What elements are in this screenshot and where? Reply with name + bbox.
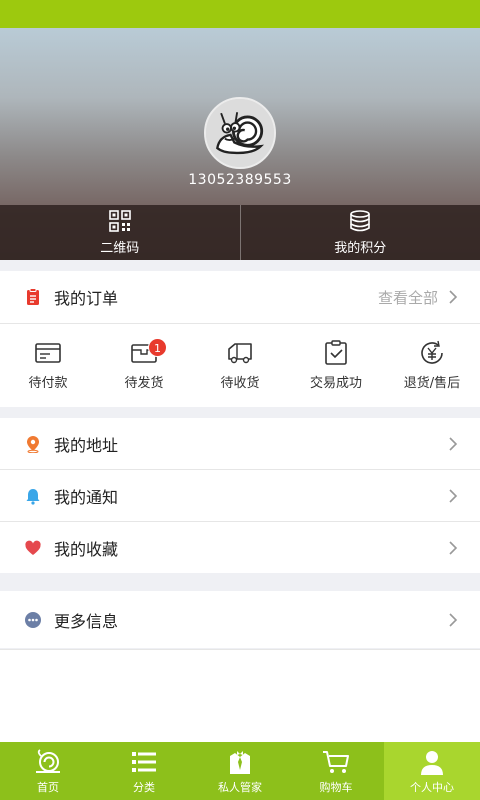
chevron-right-icon bbox=[448, 612, 458, 628]
menu-item-label: 我的地址 bbox=[54, 435, 119, 455]
truck-icon bbox=[228, 342, 252, 363]
heart-icon bbox=[24, 539, 42, 557]
status-bar bbox=[0, 0, 480, 28]
more-dots-icon bbox=[24, 611, 42, 629]
snail-avatar bbox=[206, 99, 274, 167]
tab-label: 分类 bbox=[133, 780, 155, 794]
tab-category[interactable]: 分类 bbox=[96, 742, 192, 800]
orders-card: 我的订单 查看全部 待付款 待发货 1 待收货 交易成功 退货/售后 bbox=[0, 271, 480, 407]
order-state-label: 退货/售后 bbox=[403, 375, 461, 391]
chevron-right-icon bbox=[448, 436, 458, 452]
points-button[interactable]: 我的积分 bbox=[239, 205, 480, 260]
tab-label: 个人中心 bbox=[410, 780, 454, 794]
bell-icon bbox=[24, 487, 42, 505]
qrcode-label: 二维码 bbox=[100, 241, 140, 256]
profile-header: 13052389553 二维码 我的积分 bbox=[0, 28, 480, 260]
menu-item-label: 我的收藏 bbox=[54, 539, 119, 559]
order-state-refund[interactable]: 退货/售后 bbox=[384, 324, 480, 406]
tab-label: 首页 bbox=[37, 780, 59, 794]
user-icon bbox=[421, 750, 443, 775]
tab-home[interactable]: 首页 bbox=[0, 742, 96, 800]
tab-label: 私人管家 bbox=[218, 780, 262, 794]
order-state-label: 待发货 bbox=[124, 375, 164, 391]
view-all-orders-link[interactable]: 查看全部 bbox=[378, 287, 438, 308]
quick-action-bar: 二维码 我的积分 bbox=[0, 205, 480, 260]
menu-item-label: 我的通知 bbox=[54, 487, 119, 507]
user-phone: 13052389553 bbox=[188, 172, 292, 188]
order-state-label: 待收货 bbox=[220, 375, 260, 391]
tab-label: 购物车 bbox=[319, 780, 353, 794]
points-stack-icon bbox=[350, 210, 371, 232]
wallet-icon bbox=[35, 342, 61, 363]
bottom-tab-bar: 首页 分类 私人管家 购物车 个人中心 bbox=[0, 742, 480, 800]
chevron-right-icon bbox=[448, 488, 458, 504]
yen-refund-icon bbox=[421, 340, 443, 364]
list-icon bbox=[132, 751, 156, 772]
butler-icon bbox=[230, 750, 250, 774]
clipboard-check-icon bbox=[325, 339, 347, 365]
tab-profile[interactable]: 个人中心 bbox=[384, 742, 480, 800]
unread-count-badge: 1 bbox=[148, 338, 167, 357]
order-state-pending-payment[interactable]: 待付款 bbox=[0, 324, 96, 406]
menu-item-favorites[interactable]: 我的收藏 bbox=[0, 522, 480, 573]
my-orders-row[interactable]: 我的订单 查看全部 bbox=[0, 271, 480, 323]
chevron-right-icon bbox=[448, 540, 458, 556]
menu-item-address[interactable]: 我的地址 bbox=[0, 418, 480, 469]
order-status-row: 待付款 待发货 1 待收货 交易成功 退货/售后 bbox=[0, 323, 480, 406]
order-state-label: 交易成功 bbox=[309, 375, 362, 391]
order-state-completed[interactable]: 交易成功 bbox=[288, 324, 384, 406]
location-pin-icon bbox=[24, 435, 42, 453]
menu-list: 我的地址 我的通知 我的收藏 bbox=[0, 418, 480, 573]
tab-butler[interactable]: 私人管家 bbox=[192, 742, 288, 800]
content-blank-area bbox=[0, 649, 480, 742]
avatar[interactable] bbox=[204, 97, 276, 169]
more-info-card: 更多信息 bbox=[0, 591, 480, 648]
cart-icon bbox=[323, 750, 349, 773]
order-state-pending-receipt[interactable]: 待收货 bbox=[192, 324, 288, 406]
snail-home-icon bbox=[36, 748, 60, 773]
order-list-icon bbox=[24, 288, 42, 306]
qrcode-icon bbox=[108, 210, 131, 232]
order-state-pending-shipment[interactable]: 待发货 1 bbox=[96, 324, 192, 406]
order-state-label: 待付款 bbox=[28, 375, 68, 391]
menu-item-label: 更多信息 bbox=[54, 611, 119, 631]
tab-cart[interactable]: 购物车 bbox=[288, 742, 384, 800]
menu-item-notifications[interactable]: 我的通知 bbox=[0, 470, 480, 521]
points-label: 我的积分 bbox=[334, 241, 387, 256]
chevron-right-icon bbox=[448, 289, 458, 305]
qrcode-button[interactable]: 二维码 bbox=[0, 205, 240, 260]
my-orders-title: 我的订单 bbox=[54, 289, 119, 308]
menu-item-more-info[interactable]: 更多信息 bbox=[0, 591, 480, 648]
